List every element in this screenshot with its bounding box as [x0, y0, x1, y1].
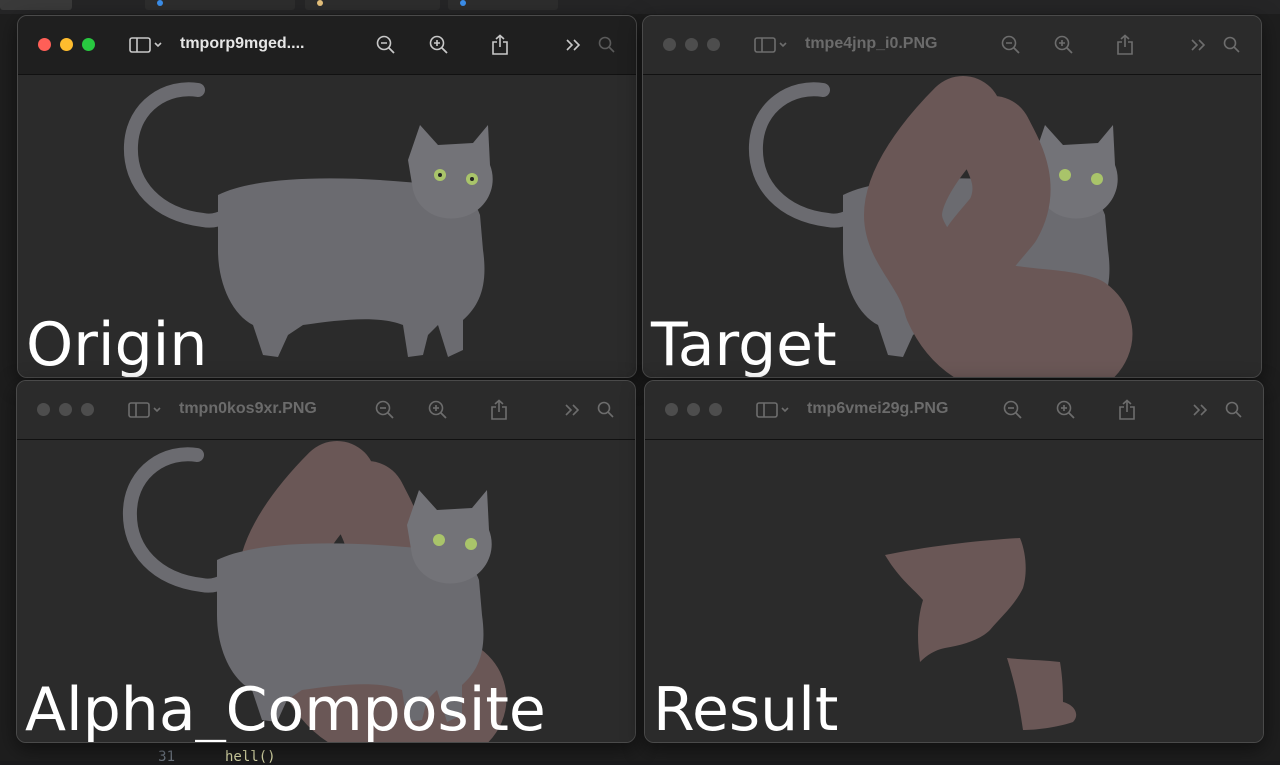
zoom-in-icon	[429, 35, 448, 54]
window-label: Origin	[26, 310, 208, 378]
image-canvas: Target	[643, 75, 1261, 377]
sidebar-toggle-button[interactable]	[126, 30, 166, 60]
preview-window-target[interactable]: tmpe4jnp_i0.PNG Target	[642, 15, 1262, 378]
more-icon	[566, 39, 581, 51]
share-icon	[1119, 399, 1135, 420]
code-line: 31 hell()	[135, 749, 276, 765]
minimize-button[interactable]	[685, 38, 698, 51]
window-controls	[663, 38, 720, 51]
zoom-out-icon	[1003, 400, 1022, 419]
sidebar-icon	[754, 37, 787, 53]
close-button[interactable]	[38, 38, 51, 51]
sidebar-toggle-button[interactable]	[753, 395, 793, 425]
zoom-in-button[interactable]	[425, 395, 451, 425]
editor-tab[interactable]	[448, 0, 558, 10]
zoom-out-icon	[1001, 35, 1020, 54]
more-button[interactable]	[562, 395, 584, 425]
window-label: Result	[653, 675, 839, 743]
minimize-button[interactable]	[687, 403, 700, 416]
close-button[interactable]	[665, 403, 678, 416]
more-button[interactable]	[563, 30, 585, 60]
search-button[interactable]	[1223, 395, 1245, 425]
more-icon	[1193, 404, 1208, 416]
zoom-out-button[interactable]	[1000, 395, 1026, 425]
minimize-button[interactable]	[59, 403, 72, 416]
preview-window-result[interactable]: tmp6vmei29g.PNG Result	[644, 380, 1264, 743]
zoom-out-button[interactable]	[373, 30, 399, 60]
window-titlebar[interactable]: tmpn0kos9xr.PNG	[17, 381, 635, 440]
image-canvas: Alpha_Composite	[17, 440, 635, 742]
zoom-in-button[interactable]	[426, 30, 452, 60]
window-title: tmp6vmei29g.PNG	[807, 400, 949, 417]
share-button[interactable]	[1115, 395, 1139, 425]
sidebar-icon	[756, 402, 789, 418]
share-button[interactable]	[1113, 30, 1137, 60]
search-icon	[597, 401, 614, 418]
close-button[interactable]	[37, 403, 50, 416]
sidebar-toggle-button[interactable]	[751, 30, 791, 60]
maximize-button[interactable]	[709, 403, 722, 416]
image-canvas: Origin	[18, 75, 636, 377]
maximize-button[interactable]	[82, 38, 95, 51]
zoom-out-button[interactable]	[998, 30, 1024, 60]
more-icon	[565, 404, 580, 416]
window-titlebar[interactable]: tmp6vmei29g.PNG	[645, 381, 1263, 440]
search-icon	[598, 36, 615, 53]
image-canvas: Result	[645, 440, 1263, 742]
sidebar-icon	[128, 402, 161, 418]
share-button[interactable]	[487, 395, 511, 425]
code-text: hell()	[225, 749, 276, 765]
editor-tab[interactable]	[145, 0, 295, 10]
zoom-in-icon	[428, 400, 447, 419]
more-button[interactable]	[1188, 30, 1210, 60]
share-button[interactable]	[488, 30, 512, 60]
more-button[interactable]	[1190, 395, 1212, 425]
share-icon	[491, 399, 507, 420]
close-button[interactable]	[663, 38, 676, 51]
window-title: tmpn0kos9xr.PNG	[179, 400, 317, 417]
share-icon	[1117, 34, 1133, 55]
zoom-out-icon	[376, 35, 395, 54]
zoom-in-icon	[1054, 35, 1073, 54]
zoom-in-button[interactable]	[1051, 30, 1077, 60]
editor-tab-strip	[0, 0, 1280, 14]
window-titlebar[interactable]: tmpe4jnp_i0.PNG	[643, 16, 1261, 75]
search-icon	[1225, 401, 1242, 418]
search-button[interactable]	[596, 30, 618, 60]
zoom-out-button[interactable]	[372, 395, 398, 425]
zoom-in-button[interactable]	[1053, 395, 1079, 425]
more-icon	[1191, 39, 1206, 51]
share-icon	[492, 34, 508, 55]
sidebar-toggle-button[interactable]	[125, 395, 165, 425]
window-label: Alpha_Composite	[25, 675, 546, 743]
minimize-button[interactable]	[60, 38, 73, 51]
preview-window-alpha-composite[interactable]: tmpn0kos9xr.PNG Alpha_Composite	[16, 380, 636, 743]
maximize-button[interactable]	[81, 403, 94, 416]
search-button[interactable]	[1221, 30, 1243, 60]
line-number: 31	[158, 749, 175, 765]
window-title: tmpe4jnp_i0.PNG	[805, 35, 938, 52]
maximize-button[interactable]	[707, 38, 720, 51]
window-titlebar[interactable]: tmporp9mged....	[18, 16, 636, 75]
zoom-in-icon	[1056, 400, 1075, 419]
window-title: tmporp9mged....	[180, 35, 305, 52]
result-mask-upper	[885, 538, 1026, 662]
search-button[interactable]	[595, 395, 617, 425]
window-controls	[37, 403, 94, 416]
window-controls	[665, 403, 722, 416]
search-icon	[1223, 36, 1240, 53]
editor-tab[interactable]	[0, 0, 72, 10]
editor-tab[interactable]	[305, 0, 440, 10]
zoom-out-icon	[375, 400, 394, 419]
window-label: Target	[651, 310, 837, 378]
preview-window-origin[interactable]: tmporp9mged.... Origin	[17, 15, 637, 378]
window-controls	[38, 38, 95, 51]
sidebar-icon	[129, 37, 162, 53]
result-mask-lower	[1007, 658, 1077, 730]
